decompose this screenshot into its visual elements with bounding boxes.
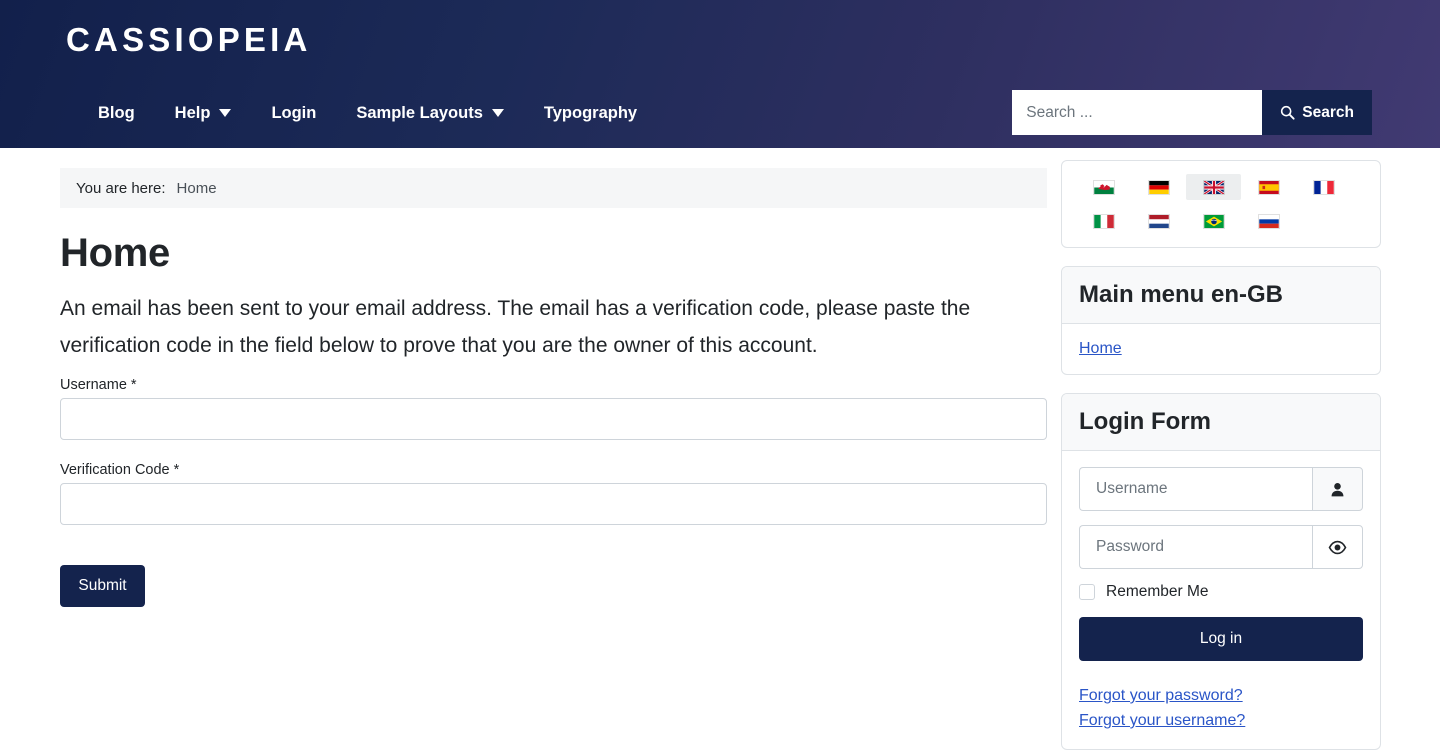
search-input[interactable] xyxy=(1012,90,1263,135)
nav-item-help[interactable]: Help xyxy=(155,98,252,128)
language-row-1 xyxy=(1076,174,1370,200)
site-header: CASSIOPEIA Blog Help Login Sample Layout… xyxy=(0,0,1440,148)
login-username-input[interactable] xyxy=(1079,467,1312,511)
main-menu-body: Home xyxy=(1062,324,1380,374)
nav-item-blog[interactable]: Blog xyxy=(78,98,155,128)
page-body: You are here: Home Home An email has bee… xyxy=(0,148,1440,750)
welsh-flag-icon xyxy=(1092,179,1115,195)
search-button-label: Search xyxy=(1302,103,1354,121)
main-navigation: Blog Help Login Sample Layouts Typograph… xyxy=(78,98,657,128)
chevron-down-icon xyxy=(219,109,232,117)
language-switcher-module xyxy=(1061,160,1381,248)
main-menu-module: Main menu en-GB Home xyxy=(1061,266,1381,375)
breadcrumb-current: Home xyxy=(176,179,217,197)
login-password-input[interactable] xyxy=(1079,525,1312,569)
language-flag-dutch[interactable] xyxy=(1131,208,1186,234)
nav-item-sample-layouts[interactable]: Sample Layouts xyxy=(336,98,524,128)
search-button[interactable]: Search xyxy=(1262,90,1372,135)
main-menu-title: Main menu en-GB xyxy=(1062,267,1380,324)
spanish-flag-icon xyxy=(1257,179,1280,195)
language-flag-russian[interactable] xyxy=(1241,208,1296,234)
forgot-password-link[interactable]: Forgot your password? xyxy=(1079,683,1363,708)
remember-me-checkbox[interactable] xyxy=(1079,584,1095,600)
language-flag-german[interactable] xyxy=(1131,174,1186,200)
nav-item-label: Typography xyxy=(543,104,638,122)
page-title: Home xyxy=(60,231,170,275)
verification-code-field-group: Verification Code * xyxy=(60,462,1047,525)
verification-code-input[interactable] xyxy=(60,483,1047,525)
nav-item-label: Help xyxy=(174,104,211,122)
language-flag-empty xyxy=(1296,208,1351,234)
verification-code-field-label: Verification Code * xyxy=(60,462,180,478)
main-content: You are here: Home Home An email has bee… xyxy=(60,168,1047,607)
intro-paragraph: An email has been sent to your email add… xyxy=(60,297,971,357)
language-flag-portuguese-brazil[interactable] xyxy=(1186,208,1241,234)
login-password-toggle[interactable] xyxy=(1312,525,1363,569)
language-flag-italian[interactable] xyxy=(1076,208,1131,234)
italian-flag-icon xyxy=(1092,213,1115,229)
login-form-title: Login Form xyxy=(1062,394,1380,451)
language-flag-french[interactable] xyxy=(1296,174,1351,200)
login-username-row xyxy=(1079,467,1363,511)
uk-flag-icon xyxy=(1202,179,1225,195)
sidebar: Main menu en-GB Home Login Form Username… xyxy=(1061,160,1381,750)
german-flag-icon xyxy=(1147,179,1170,195)
username-field-label: Username * xyxy=(60,377,137,393)
nav-item-label: Login xyxy=(271,104,317,122)
login-form-body: Remember Me Log in Forgot your password?… xyxy=(1062,451,1380,749)
site-logo[interactable]: CASSIOPEIA xyxy=(66,20,312,60)
dutch-flag-icon xyxy=(1147,213,1170,229)
header-search: Search xyxy=(1012,90,1372,135)
language-flag-welsh[interactable] xyxy=(1076,174,1131,200)
login-password-row xyxy=(1079,525,1363,569)
login-button[interactable]: Log in xyxy=(1079,617,1363,661)
language-row-2 xyxy=(1076,208,1370,234)
language-flag-english-uk[interactable] xyxy=(1186,174,1241,200)
username-input[interactable] xyxy=(60,398,1047,440)
french-flag-icon xyxy=(1312,179,1335,195)
sidebar-menu-item-home[interactable]: Home xyxy=(1079,340,1122,358)
nav-item-login[interactable]: Login xyxy=(251,98,336,128)
remember-me-row: Remember Me xyxy=(1079,583,1363,601)
search-icon xyxy=(1281,105,1295,120)
nav-item-label: Sample Layouts xyxy=(356,104,483,122)
chevron-down-icon xyxy=(491,109,504,117)
username-field-group: Username * xyxy=(60,377,1047,440)
nav-item-typography[interactable]: Typography xyxy=(524,98,657,128)
brazil-flag-icon xyxy=(1202,213,1225,229)
breadcrumb-label: You are here: xyxy=(76,179,166,197)
remember-me-label: Remember Me xyxy=(1106,583,1209,600)
user-icon xyxy=(1331,482,1344,496)
login-form-module: Login Form Username Remember Me Log in F… xyxy=(1061,393,1381,750)
eye-icon xyxy=(1328,540,1347,554)
forgot-username-link[interactable]: Forgot your username? xyxy=(1079,708,1363,733)
language-flag-spanish[interactable] xyxy=(1241,174,1296,200)
breadcrumb: You are here: Home xyxy=(60,168,1047,208)
login-username-addon[interactable] xyxy=(1312,467,1363,511)
nav-item-label: Blog xyxy=(98,104,135,122)
russian-flag-icon xyxy=(1257,213,1280,229)
submit-button[interactable]: Submit xyxy=(60,565,145,607)
